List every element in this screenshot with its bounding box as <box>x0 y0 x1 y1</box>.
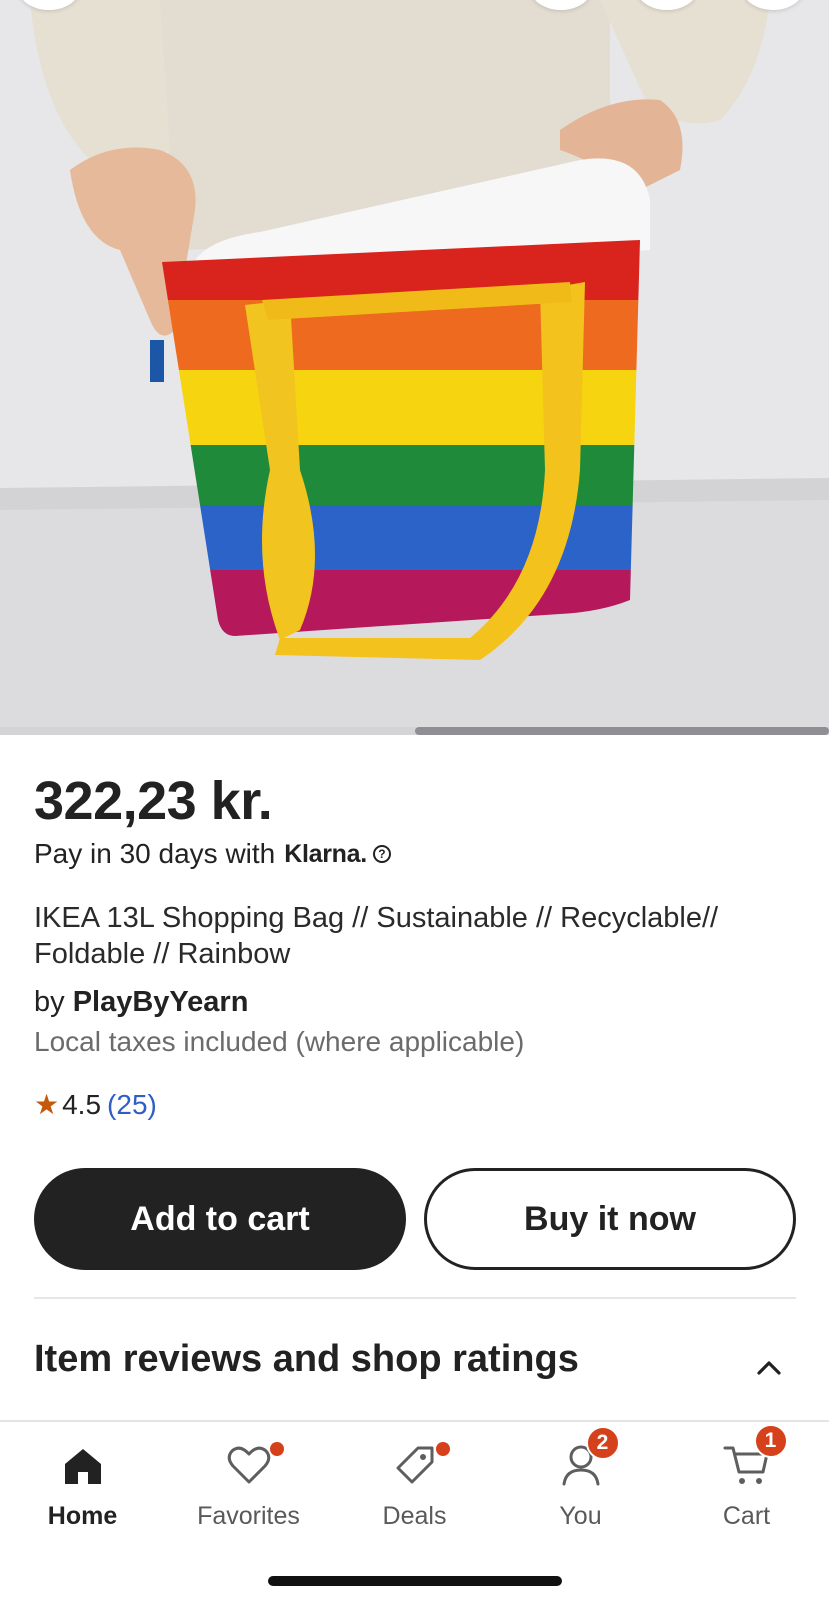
rating-value: 4.5 <box>62 1088 102 1120</box>
image-carousel-indicator <box>415 727 829 735</box>
buy-it-now-button[interactable]: Buy it now <box>424 1168 796 1270</box>
tab-you-label: You <box>559 1502 602 1530</box>
tab-cart[interactable]: 1 Cart <box>664 1424 829 1538</box>
seller-prefix: by <box>34 986 65 1018</box>
tab-favorites-label: Favorites <box>197 1502 300 1530</box>
help-icon[interactable]: ? <box>372 845 391 863</box>
bottom-tab-bar: Home Favorites Deals 2 You 1 Cart <box>0 1420 829 1600</box>
seller-line[interactable]: by PlayByYearn <box>34 986 248 1019</box>
klarna-brand: Klarna. <box>284 839 367 868</box>
add-to-cart-button[interactable]: Add to cart <box>34 1168 406 1270</box>
you-notification-badge: 2 <box>585 1426 620 1460</box>
klarna-promo[interactable]: Pay in 30 days with Klarna. ? <box>34 838 391 870</box>
cart-count-badge: 1 <box>753 1424 788 1458</box>
tab-home-label: Home <box>47 1502 118 1530</box>
person-icon: 2 <box>554 1426 620 1492</box>
home-indicator <box>268 1576 562 1586</box>
deals-dot <box>435 1442 450 1456</box>
divider <box>34 1297 796 1299</box>
tab-cart-label: Cart <box>722 1502 771 1530</box>
rating-summary[interactable]: ★ 4.5 (25) <box>34 1088 157 1121</box>
heart-icon <box>222 1438 284 1492</box>
shop-name-link[interactable]: PlayByYearn <box>73 986 249 1018</box>
tax-note: Local taxes included (where applicable) <box>34 1026 525 1057</box>
home-icon <box>56 1438 110 1492</box>
rating-count-link[interactable]: (25) <box>107 1089 157 1121</box>
reviews-section-title[interactable]: Item reviews and shop ratings <box>34 1338 579 1381</box>
tab-deals-label: Deals <box>382 1502 447 1530</box>
product-image[interactable] <box>0 0 829 735</box>
price: 322,23 kr. <box>34 771 273 831</box>
cart-icon: 1 <box>720 1424 788 1492</box>
tag-icon <box>388 1438 450 1492</box>
favorites-dot <box>269 1442 284 1456</box>
tab-you[interactable]: 2 You <box>498 1426 663 1538</box>
product-title: IKEA 13L Shopping Bag // Sustainable // … <box>34 902 719 970</box>
star-icon: ★ <box>34 1089 60 1120</box>
chevron-up-icon[interactable] <box>756 1358 782 1376</box>
klarna-text: Pay in 30 days with <box>34 838 276 869</box>
tab-home[interactable]: Home <box>0 1438 165 1538</box>
tab-favorites[interactable]: Favorites <box>166 1438 331 1538</box>
tab-deals[interactable]: Deals <box>332 1438 497 1538</box>
